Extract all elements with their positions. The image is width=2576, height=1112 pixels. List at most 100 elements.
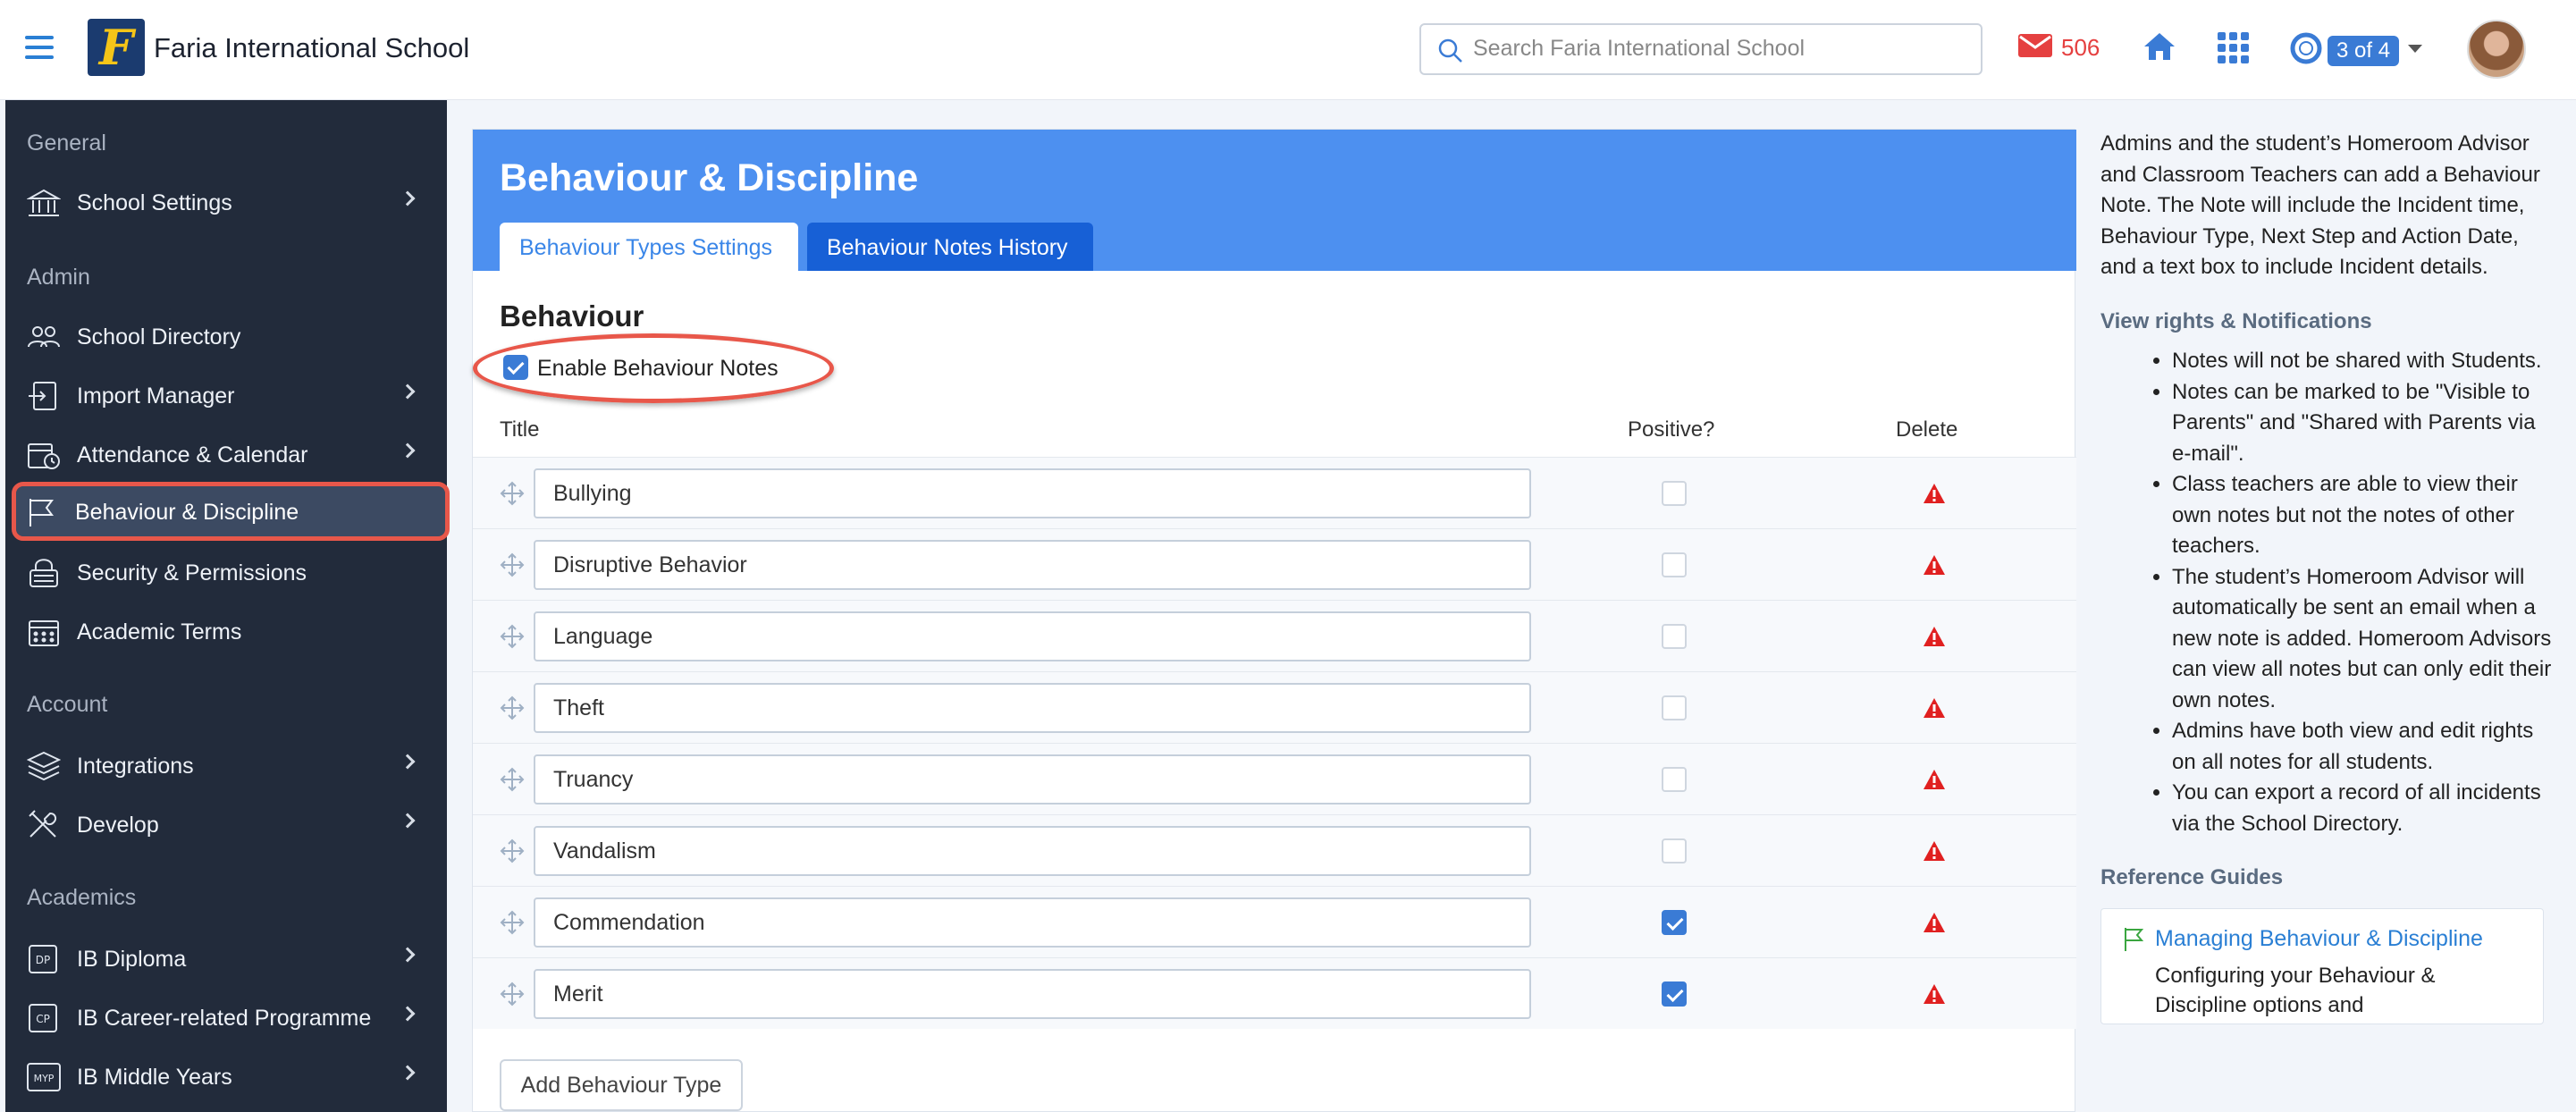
positive-checkbox[interactable]	[1662, 695, 1687, 720]
drag-handle-icon[interactable]	[500, 481, 525, 506]
warning-delete-icon[interactable]	[1923, 483, 1946, 504]
import-icon	[29, 382, 56, 410]
layers-icon	[27, 751, 61, 781]
enable-behaviour-notes-checkbox[interactable]	[503, 355, 528, 380]
list-item: The student’s Homeroom Advisor will auto…	[2172, 562, 2556, 717]
svg-text:DP: DP	[36, 954, 50, 966]
sidebar-item-academic-terms[interactable]: Academic Terms	[18, 606, 438, 656]
drag-handle-icon[interactable]	[500, 624, 525, 649]
chevron-right-icon	[400, 383, 416, 400]
home-icon[interactable]	[2142, 30, 2177, 63]
calendar-clock-icon	[28, 443, 60, 469]
sidebar-item-label: Behaviour & Discipline	[75, 500, 299, 525]
cp-icon: CP	[29, 1004, 57, 1032]
behaviour-title-input[interactable]	[534, 611, 1531, 661]
positive-checkbox[interactable]	[1662, 624, 1687, 649]
sidebar-item-ib-middle-years[interactable]: MYP IB Middle Years	[18, 1051, 438, 1101]
positive-checkbox[interactable]	[1662, 767, 1687, 792]
sidebar-item-label: Develop	[77, 813, 159, 838]
school-name[interactable]: Faria International School	[154, 32, 469, 64]
add-behaviour-type-button[interactable]: Add Behaviour Type	[500, 1059, 743, 1111]
chevron-right-icon	[400, 947, 416, 963]
table-row	[473, 886, 2076, 957]
drag-handle-icon[interactable]	[500, 552, 525, 577]
myp-icon: MYP	[27, 1063, 61, 1091]
positive-checkbox[interactable]	[1662, 838, 1687, 863]
behaviour-title-input[interactable]	[534, 468, 1531, 518]
chevron-right-icon	[400, 1006, 416, 1022]
help-intro: Admins and the student’s Homeroom Adviso…	[2100, 131, 2540, 279]
warning-delete-icon[interactable]	[1923, 912, 1946, 933]
chevron-right-icon	[400, 813, 416, 829]
section-title: Behaviour	[500, 299, 644, 333]
positive-checkbox[interactable]	[1662, 552, 1687, 577]
school-logo[interactable]: F	[88, 19, 145, 76]
chevron-right-icon	[400, 442, 416, 459]
mail-icon[interactable]	[2018, 32, 2052, 59]
tab-behaviour-types-settings[interactable]: Behaviour Types Settings	[500, 223, 798, 271]
lifebuoy-icon[interactable]	[2290, 32, 2322, 64]
behaviour-title-input[interactable]	[534, 969, 1531, 1019]
sidebar-section-admin: Admin	[27, 265, 90, 290]
chevron-right-icon	[400, 754, 416, 770]
reference-guide-description: Configuring your Behaviour & Discipline …	[2155, 963, 2436, 1017]
drag-handle-icon[interactable]	[500, 838, 525, 863]
chevron-down-icon[interactable]	[2408, 45, 2422, 53]
warning-delete-icon[interactable]	[1923, 769, 1946, 790]
list-item: You can export a record of all incidents…	[2172, 778, 2556, 839]
list-item: Class teachers are able to view their ow…	[2172, 469, 2556, 562]
warning-delete-icon[interactable]	[1923, 626, 1946, 647]
behaviour-title-input[interactable]	[534, 683, 1531, 733]
sidebar-item-attendance-calendar[interactable]: Attendance & Calendar	[18, 429, 438, 479]
top-bar: F Faria International School 506 3 of 4	[0, 0, 2576, 100]
behaviour-title-input[interactable]	[534, 826, 1531, 876]
table-row	[473, 528, 2076, 600]
sidebar-item-ib-diploma[interactable]: DP IB Diploma	[18, 933, 438, 983]
positive-checkbox[interactable]	[1662, 981, 1687, 1007]
sidebar-item-security-permissions[interactable]: Security & Permissions	[18, 547, 438, 597]
search-icon	[1438, 38, 1462, 63]
managing-behaviour-link[interactable]: Managing Behaviour & Discipline	[2155, 923, 2483, 955]
drag-handle-icon[interactable]	[500, 767, 525, 792]
sidebar-item-label: Import Manager	[77, 383, 235, 409]
drag-handle-icon[interactable]	[500, 981, 525, 1007]
sidebar-item-import-manager[interactable]: Import Manager	[18, 370, 438, 420]
sidebar-item-ib-career[interactable]: CP IB Career-related Programme	[18, 992, 438, 1042]
positive-checkbox[interactable]	[1662, 910, 1687, 935]
warning-delete-icon[interactable]	[1923, 697, 1946, 719]
list-item: Notes will not be shared with Students.	[2172, 346, 2556, 377]
sidebar-item-school-settings[interactable]: School Settings	[18, 177, 438, 227]
svg-text:MYP: MYP	[34, 1073, 55, 1084]
apps-grid-icon[interactable]	[2218, 32, 2250, 64]
table-row	[473, 743, 2076, 814]
tab-behaviour-notes-history[interactable]: Behaviour Notes History	[807, 223, 1093, 271]
tools-icon	[29, 810, 57, 838]
sidebar-item-label: Security & Permissions	[77, 560, 307, 585]
behaviour-title-input[interactable]	[534, 540, 1531, 590]
drag-handle-icon[interactable]	[500, 695, 525, 720]
search-input[interactable]	[1473, 36, 1974, 62]
behaviour-title-input[interactable]	[534, 754, 1531, 805]
search-box[interactable]	[1419, 23, 1983, 75]
warning-delete-icon[interactable]	[1923, 983, 1946, 1005]
table-row	[473, 671, 2076, 743]
sidebar-item-label: Integrations	[77, 754, 194, 779]
sidebar-section-academics: Academics	[27, 885, 137, 910]
warning-delete-icon[interactable]	[1923, 840, 1946, 862]
drag-handle-icon[interactable]	[500, 910, 525, 935]
mail-count[interactable]: 506	[2061, 34, 2100, 62]
warning-delete-icon[interactable]	[1923, 554, 1946, 576]
behaviour-title-input[interactable]	[534, 897, 1531, 948]
avatar[interactable]	[2467, 20, 2526, 79]
pager-badge[interactable]: 3 of 4	[2328, 36, 2400, 66]
sidebar-item-label: IB Middle Years	[77, 1065, 232, 1090]
sidebar-item-school-directory[interactable]: School Directory	[18, 311, 438, 361]
sidebar-item-integrations[interactable]: Integrations	[18, 740, 438, 790]
menu-icon[interactable]	[25, 36, 54, 61]
table-row	[473, 814, 2076, 886]
enable-behaviour-notes-label[interactable]: Enable Behaviour Notes	[537, 356, 779, 382]
card-header: Behaviour & Discipline Behaviour Types S…	[473, 130, 2076, 271]
sidebar-item-develop[interactable]: Develop	[18, 799, 438, 849]
sidebar-item-behaviour-discipline[interactable]: Behaviour & Discipline	[12, 482, 450, 541]
positive-checkbox[interactable]	[1662, 481, 1687, 506]
